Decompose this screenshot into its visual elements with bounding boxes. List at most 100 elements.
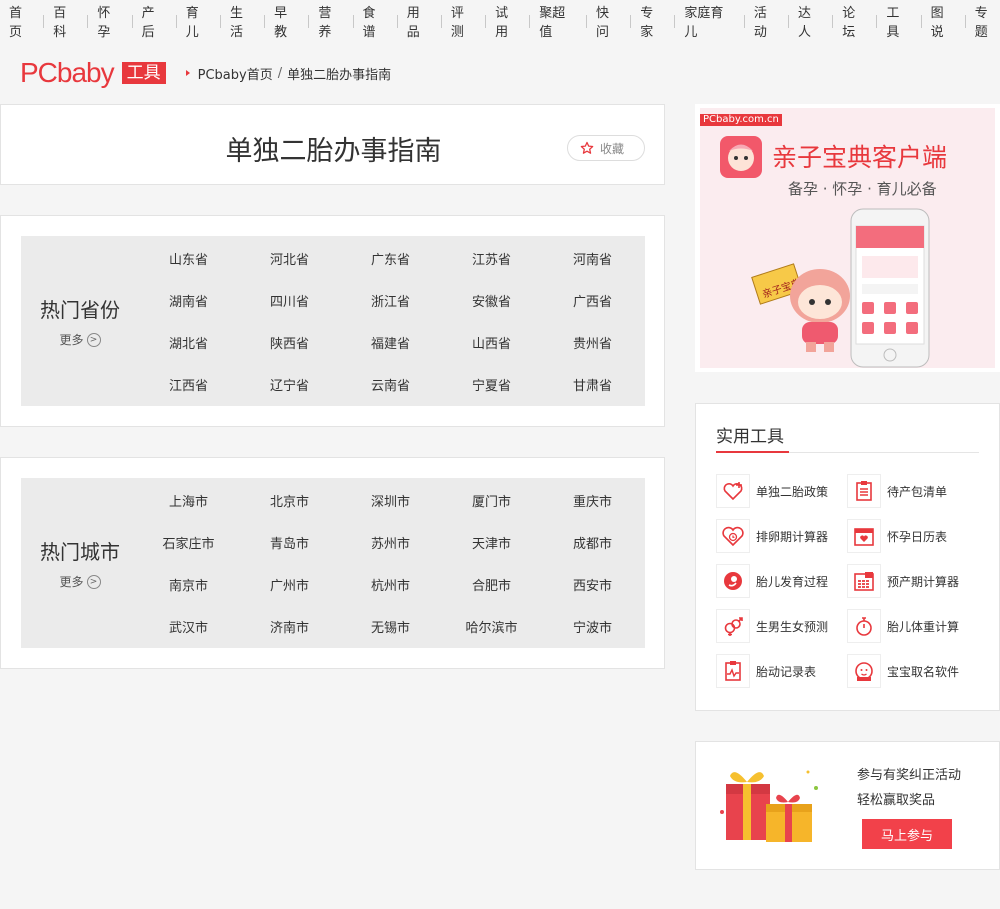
favorite-label: 收藏 bbox=[600, 141, 625, 156]
province-link[interactable]: 陕西省 bbox=[239, 321, 340, 363]
breadcrumb-separator: / bbox=[277, 65, 283, 81]
city-link[interactable]: 合肥市 bbox=[441, 563, 542, 605]
nav-separator bbox=[131, 14, 133, 28]
province-link[interactable]: 河南省 bbox=[542, 237, 643, 279]
city-link[interactable]: 西安市 bbox=[542, 563, 643, 605]
tool-label: 胎动记录表 bbox=[756, 664, 817, 679]
province-link[interactable]: 辽宁省 bbox=[239, 363, 340, 405]
province-link[interactable]: 贵州省 bbox=[542, 321, 643, 363]
tool-item[interactable]: 预产期计算器 bbox=[847, 564, 959, 598]
city-link[interactable]: 重庆市 bbox=[542, 479, 643, 521]
app-ad-banner[interactable]: PCbaby.com.cn 亲子宝典客户端 备孕 · 怀孕 · 育儿必备 亲子宝… bbox=[695, 104, 1000, 372]
nav-item[interactable]: 图说 bbox=[931, 2, 956, 40]
nav-item[interactable]: 论坛 bbox=[842, 2, 867, 40]
nav-item[interactable]: 首页 bbox=[9, 2, 34, 40]
nav-item[interactable]: 试用 bbox=[495, 2, 520, 40]
favorite-button[interactable]: 收藏 bbox=[567, 135, 645, 161]
province-link[interactable]: 安徽省 bbox=[441, 279, 542, 321]
city-link[interactable]: 深圳市 bbox=[340, 479, 441, 521]
province-link[interactable]: 福建省 bbox=[340, 321, 441, 363]
province-link[interactable]: 江苏省 bbox=[441, 237, 542, 279]
city-link[interactable]: 苏州市 bbox=[340, 521, 441, 563]
province-link[interactable]: 浙江省 bbox=[340, 279, 441, 321]
nav-item[interactable]: 快问 bbox=[596, 2, 621, 40]
nav-item[interactable]: 育儿 bbox=[186, 2, 211, 40]
city-link[interactable]: 济南市 bbox=[239, 605, 340, 647]
site-logo[interactable]: PCbaby bbox=[20, 58, 115, 88]
breadcrumb-home-link[interactable]: PCbaby首页 bbox=[198, 64, 273, 83]
tool-item[interactable]: 怀孕日历表 bbox=[847, 519, 947, 553]
nav-item[interactable]: 用品 bbox=[407, 2, 432, 40]
city-link[interactable]: 厦门市 bbox=[441, 479, 542, 521]
city-link[interactable]: 宁波市 bbox=[542, 605, 643, 647]
tool-label: 待产包清单 bbox=[887, 484, 948, 499]
tool-item[interactable]: 排卵期计算器 bbox=[716, 519, 828, 553]
nav-item[interactable]: 食谱 bbox=[363, 2, 388, 40]
ad-subline: 备孕 · 怀孕 · 育儿必备 bbox=[788, 180, 937, 198]
tool-label: 生男生女预测 bbox=[756, 619, 829, 634]
nav-item[interactable]: 工具 bbox=[886, 2, 911, 40]
province-link[interactable]: 宁夏省 bbox=[441, 363, 542, 405]
province-link[interactable]: 湖北省 bbox=[138, 321, 239, 363]
tool-item[interactable]: 生男生女预测 bbox=[716, 609, 828, 643]
tool-item[interactable]: 胎动记录表 bbox=[716, 654, 816, 688]
more-label: 更多 bbox=[59, 333, 84, 347]
nav-item[interactable]: 达人 bbox=[798, 2, 823, 40]
city-link[interactable]: 北京市 bbox=[239, 479, 340, 521]
province-link[interactable]: 山西省 bbox=[441, 321, 542, 363]
city-link[interactable]: 成都市 bbox=[542, 521, 643, 563]
city-link[interactable]: 杭州市 bbox=[340, 563, 441, 605]
province-link[interactable]: 山东省 bbox=[138, 237, 239, 279]
nav-item[interactable]: 产后 bbox=[142, 2, 167, 40]
nav-item[interactable]: 专题 bbox=[975, 2, 1000, 40]
nav-item[interactable]: 百科 bbox=[53, 2, 78, 40]
stopwatch-icon bbox=[847, 609, 881, 643]
calendar-grid-icon bbox=[847, 564, 881, 598]
city-link[interactable]: 南京市 bbox=[138, 563, 239, 605]
tool-item[interactable]: 宝宝取名软件 bbox=[847, 654, 959, 688]
city-link[interactable]: 武汉市 bbox=[138, 605, 239, 647]
nav-item[interactable]: 生活 bbox=[230, 2, 255, 40]
promo-line-1: 参与有奖纠正活动 bbox=[857, 768, 962, 783]
province-link[interactable]: 江西省 bbox=[138, 363, 239, 405]
province-link[interactable]: 云南省 bbox=[340, 363, 441, 405]
tool-item[interactable]: 胎儿体重计算 bbox=[847, 609, 959, 643]
nav-item[interactable]: 评测 bbox=[451, 2, 476, 40]
nav-separator bbox=[920, 14, 922, 28]
nav-item[interactable]: 活动 bbox=[754, 2, 779, 40]
city-link[interactable]: 天津市 bbox=[441, 521, 542, 563]
tool-item[interactable]: 胎儿发育过程 bbox=[716, 564, 828, 598]
province-link[interactable]: 广东省 bbox=[340, 237, 441, 279]
city-link[interactable]: 石家庄市 bbox=[138, 521, 239, 563]
province-link[interactable]: 湖南省 bbox=[138, 279, 239, 321]
province-link[interactable]: 甘肃省 bbox=[542, 363, 643, 405]
province-link[interactable]: 四川省 bbox=[239, 279, 340, 321]
city-link[interactable]: 广州市 bbox=[239, 563, 340, 605]
cities-box: 热门城市 更多 > 上海市 北京市 深圳市 厦门市 重庆市 石家庄市 青岛市 苏州市 天津市 成都市… bbox=[21, 478, 645, 648]
city-link[interactable]: 青岛市 bbox=[239, 521, 340, 563]
provinces-title: 热门省份 bbox=[40, 298, 120, 322]
nav-item[interactable]: 专家 bbox=[640, 2, 665, 40]
city-link[interactable]: 上海市 bbox=[138, 479, 239, 521]
tool-item[interactable]: 待产包清单 bbox=[847, 474, 947, 508]
tool-item[interactable]: 单独二胎政策 bbox=[716, 474, 828, 508]
province-link[interactable]: 河北省 bbox=[239, 237, 340, 279]
provinces-more-link[interactable]: 更多 > bbox=[59, 331, 101, 348]
nav-separator bbox=[743, 14, 745, 28]
nav-separator bbox=[876, 14, 878, 28]
nav-separator bbox=[440, 14, 442, 28]
join-button[interactable]: 马上参与 bbox=[862, 819, 952, 849]
province-link[interactable]: 广西省 bbox=[542, 279, 643, 321]
city-link[interactable]: 哈尔滨市 bbox=[441, 605, 542, 647]
tool-label: 胎儿体重计算 bbox=[887, 619, 960, 634]
city-link[interactable]: 无锡市 bbox=[340, 605, 441, 647]
cities-more-link[interactable]: 更多 > bbox=[59, 573, 101, 590]
nav-item[interactable]: 营养 bbox=[318, 2, 343, 40]
nav-separator bbox=[219, 14, 221, 28]
nav-item[interactable]: 怀孕 bbox=[97, 2, 122, 40]
logo-tool-tag[interactable]: 工具 bbox=[121, 62, 166, 84]
nav-separator bbox=[87, 14, 89, 28]
nav-item[interactable]: 聚超值 bbox=[539, 2, 577, 40]
nav-item[interactable]: 早教 bbox=[274, 2, 299, 40]
nav-item[interactable]: 家庭育儿 bbox=[684, 2, 734, 40]
